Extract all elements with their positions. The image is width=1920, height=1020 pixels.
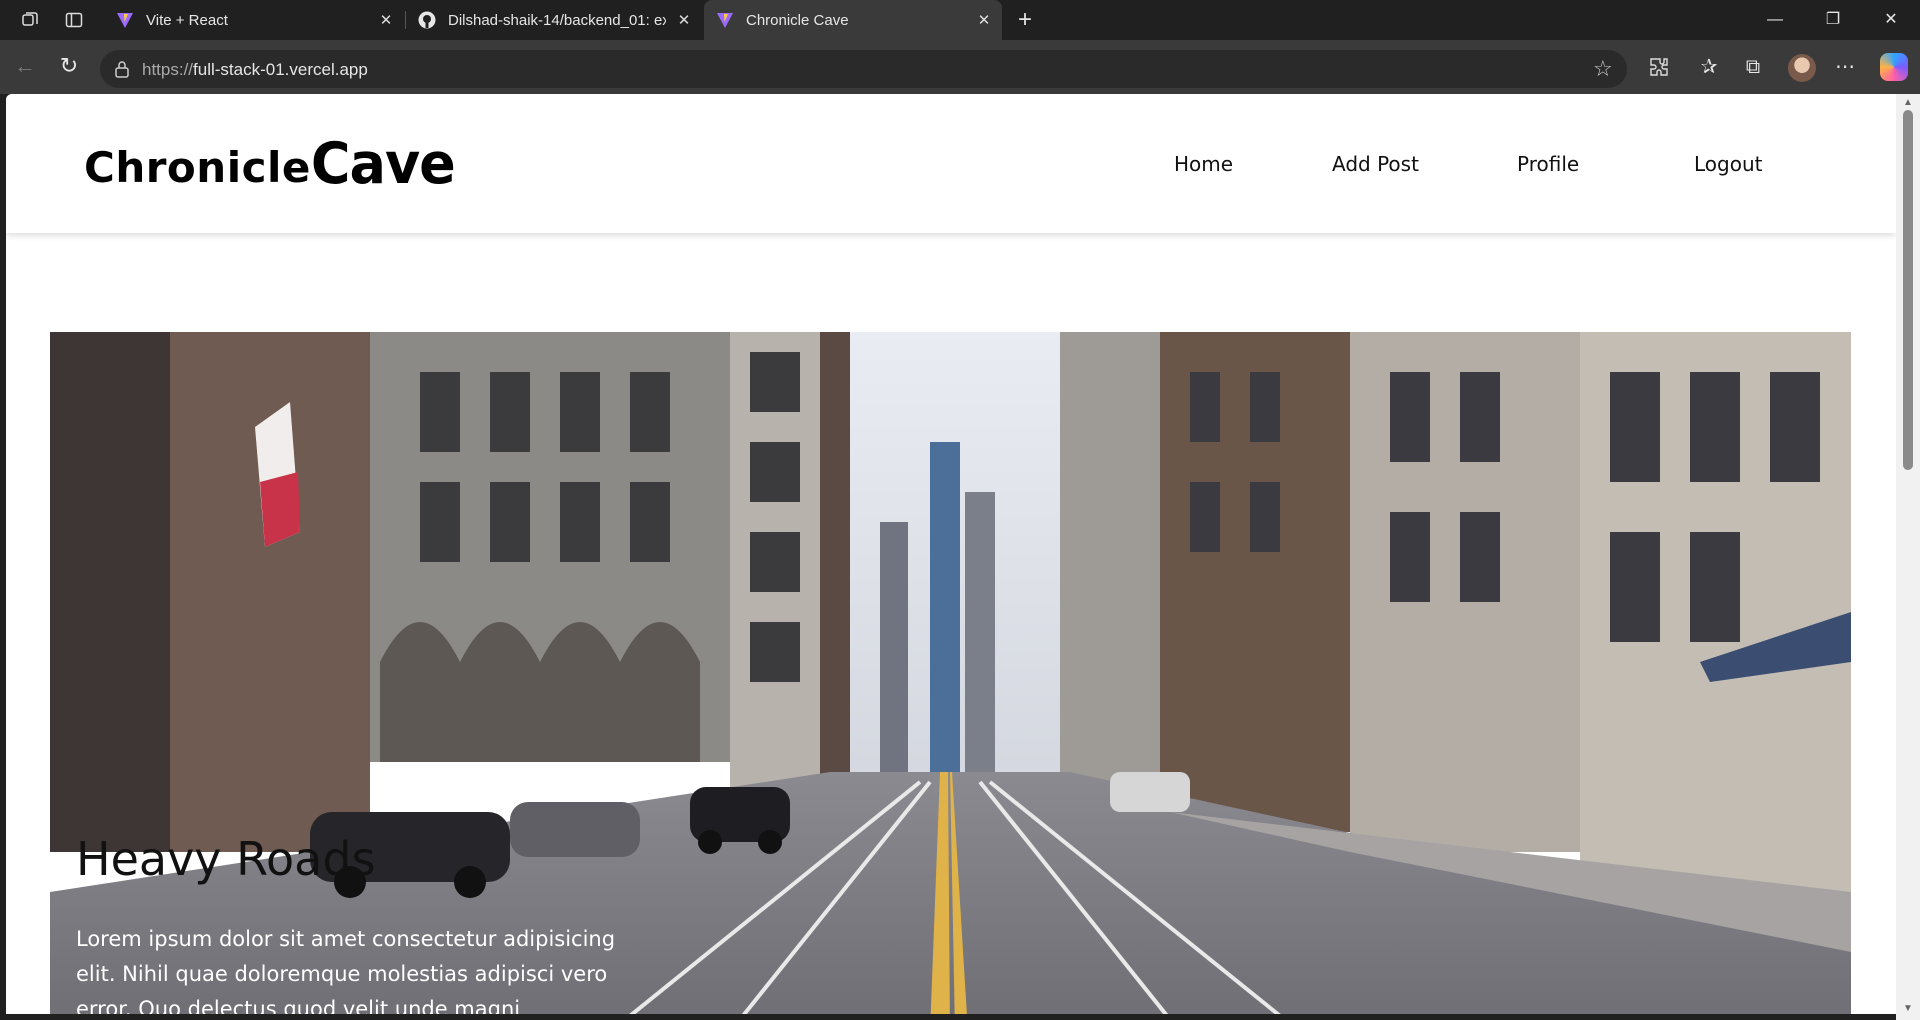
vertical-tabs-icon[interactable] xyxy=(62,8,86,32)
restore-icon[interactable]: ❐ xyxy=(1822,10,1844,32)
collections-icon[interactable]: ⧉ xyxy=(1740,54,1766,80)
nav-logout-link[interactable]: Logout xyxy=(1694,152,1762,176)
tab-vite-react[interactable]: Vite + React ✕ xyxy=(104,0,404,40)
scrollbar-thumb[interactable] xyxy=(1903,110,1913,470)
url-text: https://full-stack-01.vercel.app xyxy=(142,60,368,79)
close-icon[interactable]: ✕ xyxy=(674,10,694,30)
workspaces-icon[interactable] xyxy=(18,8,42,32)
tab-github-backend[interactable]: Dilshad-shaik-14/backend_01: exp ✕ xyxy=(406,0,702,40)
hero-post-card[interactable]: Heavy Roads Lorem ipsum dolor sit amet c… xyxy=(50,332,1851,1014)
scroll-down-icon[interactable]: ▼ xyxy=(1902,1004,1914,1014)
new-tab-button[interactable]: + xyxy=(1012,8,1038,34)
page-viewport: Chronicle Cave Home Add Post Profile Logo… xyxy=(6,94,1896,1014)
close-icon[interactable]: ✕ xyxy=(974,10,994,30)
post-excerpt: Lorem ipsum dolor sit amet consectetur a… xyxy=(76,927,616,1014)
nav-profile-link[interactable]: Profile xyxy=(1517,152,1579,176)
more-menu-icon[interactable]: ⋯ xyxy=(1832,54,1858,80)
lock-icon[interactable] xyxy=(114,60,130,78)
page-scrollbar[interactable]: ▲ ▼ xyxy=(1896,94,1920,1020)
vite-icon xyxy=(116,11,134,29)
site-header: Chronicle Cave Home Add Post Profile Logo… xyxy=(6,94,1896,233)
profile-avatar[interactable] xyxy=(1788,54,1816,82)
tab-title: Vite + React xyxy=(146,11,228,29)
tab-chronicle-cave[interactable]: Chronicle Cave ✕ xyxy=(704,0,1002,40)
nav-home-link[interactable]: Home xyxy=(1174,152,1233,176)
vite-icon xyxy=(716,11,734,29)
street-photo xyxy=(50,332,1851,1014)
browser-toolbar: ← ↻ https://full-stack-01.vercel.app ☆ ✰… xyxy=(0,40,1920,94)
address-bar[interactable]: https://full-stack-01.vercel.app ☆ xyxy=(100,50,1627,88)
nav-add-post-link[interactable]: Add Post xyxy=(1332,152,1419,176)
copilot-icon[interactable] xyxy=(1880,53,1908,81)
post-title: Heavy Roads xyxy=(76,832,376,886)
extensions-icon[interactable] xyxy=(1646,54,1672,80)
favorite-star-icon[interactable]: ☆ xyxy=(1593,58,1615,80)
favorites-icon[interactable]: ✰ xyxy=(1696,54,1722,80)
tab-title: Dilshad-shaik-14/backend_01: exp xyxy=(448,11,666,29)
close-icon[interactable]: ✕ xyxy=(376,10,396,30)
scroll-up-icon[interactable]: ▲ xyxy=(1902,98,1914,108)
tab-bar: Vite + React ✕ Dilshad-shaik-14/backend_… xyxy=(0,0,1920,40)
refresh-icon[interactable]: ↻ xyxy=(56,54,82,80)
back-arrow-icon[interactable]: ← xyxy=(12,54,38,80)
close-window-icon[interactable]: ✕ xyxy=(1880,10,1902,32)
github-icon xyxy=(418,11,436,29)
minimize-icon[interactable]: — xyxy=(1764,10,1786,32)
tab-title: Chronicle Cave xyxy=(746,11,849,29)
site-logo[interactable]: Chronicle Cave xyxy=(84,130,456,196)
